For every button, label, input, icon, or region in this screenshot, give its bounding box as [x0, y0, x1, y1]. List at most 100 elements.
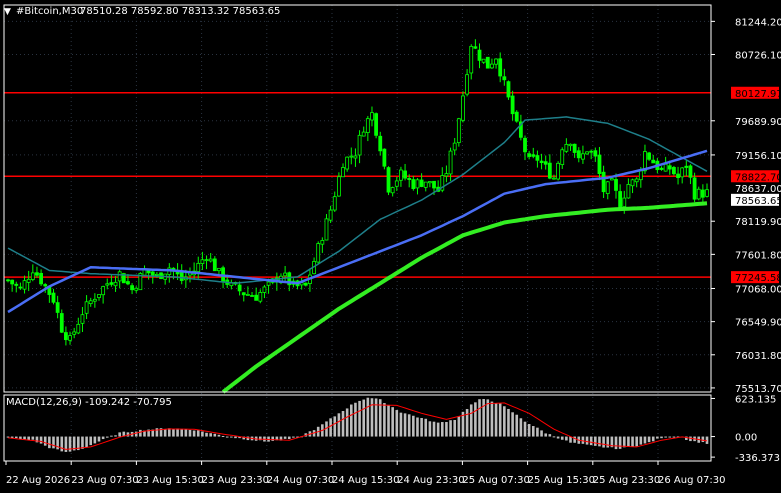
chart-symbol-title: #Bitcoin,M30: [16, 6, 83, 17]
macd-bar: [333, 416, 337, 437]
candle-body: [154, 273, 159, 276]
candle-body: [696, 188, 701, 200]
candle-body: [250, 295, 254, 297]
candle-body: [407, 177, 412, 180]
macd-tick-label: -336.373: [735, 453, 780, 464]
candle-body: [452, 142, 457, 151]
macd-bar: [337, 413, 341, 437]
candle-body: [581, 153, 585, 160]
candle-body: [76, 323, 81, 334]
macd-bar: [622, 436, 626, 448]
candle-body: [614, 179, 618, 191]
candle-body: [688, 165, 693, 178]
candle-body: [556, 162, 561, 180]
candle-body: [647, 152, 651, 160]
macd-bar: [416, 417, 419, 437]
candle-body: [43, 284, 48, 287]
macd-bar: [639, 436, 643, 445]
candle-body: [150, 271, 155, 276]
candle-body: [523, 137, 527, 153]
time-tick-label: 26 Aug 07:30: [658, 475, 725, 486]
candle-body: [254, 294, 259, 301]
candle-body: [316, 243, 321, 263]
candle-body: [552, 177, 556, 180]
macd-bar: [85, 436, 88, 448]
candle-body: [217, 267, 221, 272]
candle-body: [14, 283, 19, 286]
level-label: 78822.70: [735, 172, 781, 183]
price-tick-label: 76549.90: [735, 318, 781, 329]
macd-bar: [672, 436, 676, 438]
candle-body: [258, 292, 263, 302]
macd-bar: [341, 411, 345, 437]
candle-body: [126, 281, 130, 285]
triangle-down-icon[interactable]: ▼: [4, 7, 11, 17]
candle-body: [535, 155, 540, 161]
candle-body: [382, 148, 387, 167]
macd-bar: [201, 431, 204, 437]
macd-bar: [635, 436, 638, 447]
candle-body: [394, 180, 399, 187]
candle-body: [601, 171, 606, 193]
candle-body: [345, 156, 350, 170]
candle-body: [638, 170, 643, 181]
macd-bar: [656, 436, 659, 439]
macd-bar: [523, 421, 527, 437]
candle-body: [469, 45, 474, 74]
macd-bar: [370, 398, 374, 437]
candle-body: [97, 294, 101, 298]
macd-bar: [428, 421, 432, 437]
macd-bar: [647, 436, 651, 443]
candle-body: [411, 179, 416, 190]
chart-ohlc-values: 78510.28 78592.80 78313.32 78563.65: [80, 6, 280, 17]
candle-body: [560, 149, 565, 166]
macd-bar: [531, 426, 535, 437]
macd-bar: [139, 429, 142, 437]
macd-bar: [494, 403, 498, 437]
candle-body: [539, 160, 544, 164]
candle-body: [622, 197, 627, 208]
macd-bar: [540, 430, 543, 437]
candle-body: [597, 154, 602, 175]
candle-body: [357, 134, 362, 156]
macd-bar: [225, 436, 229, 438]
macd-bar: [585, 436, 589, 445]
macd-bar: [436, 422, 440, 437]
candle-body: [10, 279, 15, 285]
price-chart[interactable]: 81244.20 80726.10 79689.90 79156.10 78119.90…: [0, 0, 781, 489]
price-tick-label: 80726.10: [735, 51, 781, 62]
macd-bar: [565, 436, 568, 441]
macd-bar: [329, 418, 332, 437]
candle-body: [514, 111, 519, 122]
candle-body: [245, 294, 250, 296]
macd-bar: [349, 404, 353, 437]
macd-tick-label: 0.00: [735, 433, 757, 444]
candle-body: [386, 167, 391, 193]
candle-body: [423, 181, 428, 188]
macd-bar: [478, 399, 481, 437]
macd-bar: [548, 434, 552, 437]
macd-bar: [407, 414, 411, 437]
macd-bar: [432, 421, 436, 437]
candle-body: [328, 209, 333, 221]
candle-body: [609, 178, 614, 181]
price-tick-label: 81244.20: [735, 17, 781, 28]
macd-bar: [556, 436, 560, 439]
macd-bar: [560, 436, 564, 440]
macd-bar: [618, 436, 622, 449]
candle-body: [672, 167, 676, 175]
candle-body: [374, 113, 379, 136]
macd-bar: [52, 436, 55, 449]
macd-bar: [482, 399, 485, 437]
macd-bar: [486, 399, 490, 437]
macd-bar: [48, 436, 51, 449]
macd-bar: [134, 431, 138, 437]
macd-bar: [271, 436, 275, 441]
macd-bar: [589, 436, 593, 446]
chart-window[interactable]: 81244.20 80726.10 79689.90 79156.10 78119.90…: [0, 0, 781, 489]
candle-body: [55, 302, 60, 313]
time-tick-label: 23 Aug 23:30: [202, 475, 269, 486]
candle-body: [266, 281, 271, 286]
candle-body: [585, 151, 589, 155]
candle-body: [506, 81, 511, 98]
